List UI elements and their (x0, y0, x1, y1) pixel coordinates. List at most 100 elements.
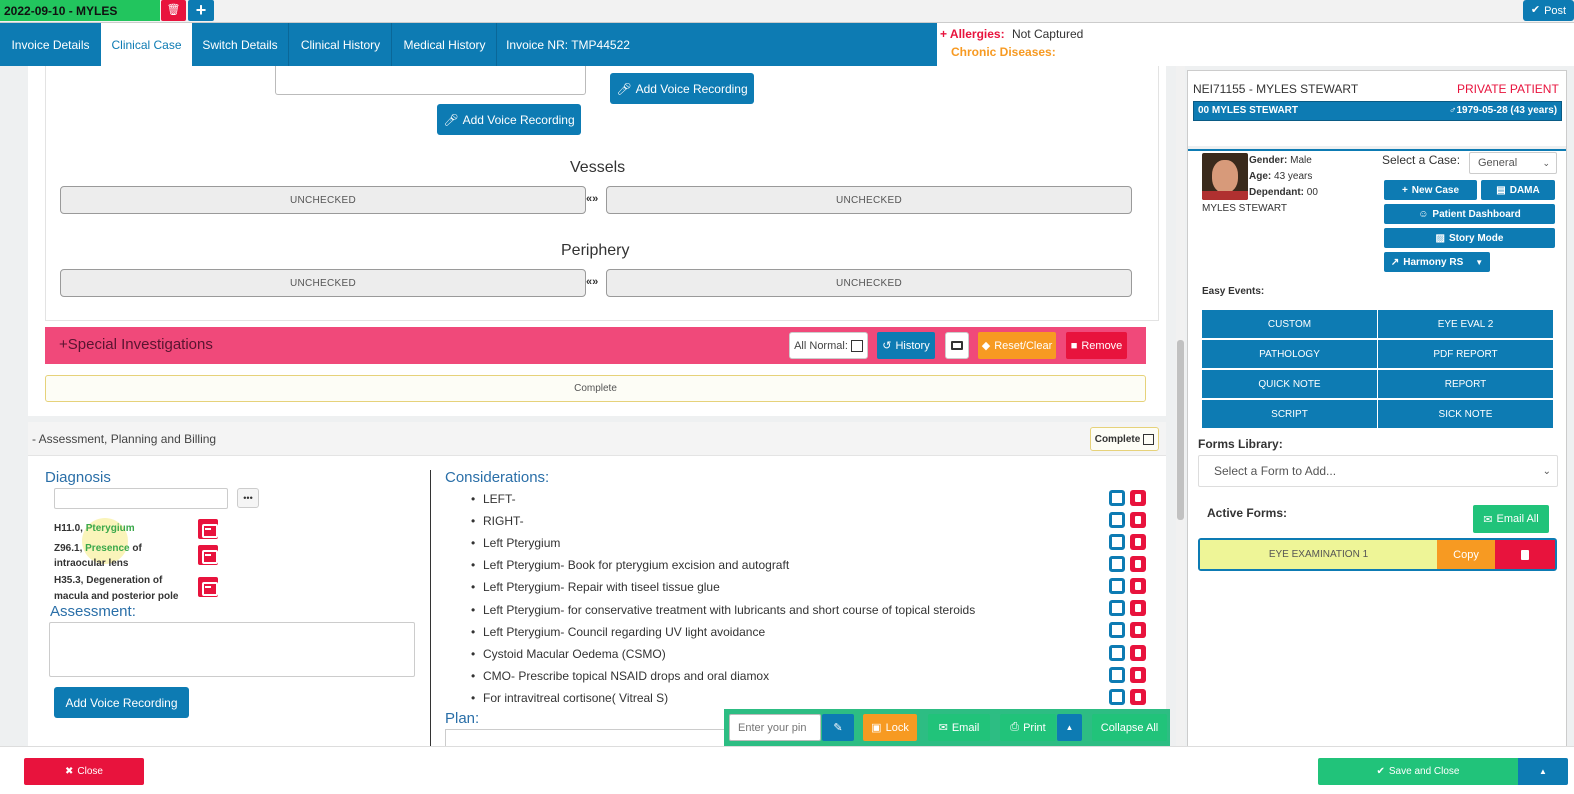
special-investigations-title[interactable]: +Special Investigations (59, 336, 213, 353)
apb-title[interactable]: - Assessment, Planning and Billing (32, 432, 216, 446)
active-form-name[interactable]: EYE EXAMINATION 1 (1200, 540, 1437, 569)
post-button[interactable]: ✔ Post (1523, 0, 1574, 21)
top-bar (0, 0, 1574, 23)
story-icon: ▨ (1435, 232, 1445, 244)
lock-button[interactable]: ▣ Lock (863, 714, 917, 741)
delete-consideration-icon[interactable] (1130, 667, 1146, 683)
assessment-textarea[interactable] (49, 622, 415, 677)
pathology-event-button[interactable]: PATHOLOGY (1202, 340, 1377, 368)
add-voice-recording-button[interactable]: Add Voice Recording (54, 687, 189, 718)
delete-consideration-icon[interactable] (1130, 645, 1146, 661)
edit-consideration-icon[interactable] (1109, 622, 1125, 638)
notes-textarea[interactable] (275, 66, 586, 95)
vessels-link-icon[interactable]: «» (586, 193, 598, 205)
add-voice-recording-button[interactable]: 🎤︎ Add Voice Recording (437, 104, 581, 135)
edit-consideration-icon[interactable] (1109, 600, 1125, 616)
diagnosis-more-button[interactable]: ••• (237, 488, 259, 508)
print-dropdown-button[interactable]: ▲ (1057, 714, 1082, 741)
vessels-right-toggle[interactable]: UNCHECKED (606, 186, 1132, 214)
add-session-button[interactable]: + (188, 0, 214, 21)
remove-button[interactable]: ■ Remove (1066, 332, 1127, 359)
close-button[interactable]: ✖ Close (24, 758, 144, 785)
report-event-button[interactable]: REPORT (1378, 370, 1553, 398)
delete-consideration-icon[interactable] (1130, 689, 1146, 705)
edit-consideration-icon[interactable] (1109, 534, 1125, 550)
tab-invoice-nr[interactable]: Invoice NR: TMP44522 (498, 23, 638, 66)
edit-consideration-icon[interactable] (1109, 512, 1125, 528)
consideration-item: Left Pterygium- Repair with tiseel tissu… (471, 580, 720, 594)
apb-complete-toggle[interactable]: Complete (1090, 427, 1159, 451)
delete-consideration-icon[interactable] (1130, 622, 1146, 638)
delete-consideration-icon[interactable] (1130, 534, 1146, 550)
dob-text: 1979-05-28 (43 years) (1456, 105, 1558, 116)
delete-session-button[interactable]: 🗑 (161, 0, 186, 21)
main-scrollbar-thumb[interactable] (1177, 340, 1184, 520)
remove-diagnosis-button[interactable] (198, 577, 218, 597)
tab-switch-details[interactable]: Switch Details (192, 23, 289, 66)
story-mode-button[interactable]: ▨ Story Mode (1384, 228, 1555, 248)
plus-icon: + (1401, 184, 1408, 196)
tab-clinical-case[interactable]: Clinical Case (101, 23, 192, 66)
diagnosis-search-input[interactable] (54, 488, 228, 509)
story-label: Story Mode (1449, 232, 1504, 244)
add-voice-recording-button[interactable]: 🎤︎ Add Voice Recording (610, 73, 754, 104)
diagnosis-item[interactable]: H35.3, Degeneration of macula and posteri… (54, 573, 194, 605)
delete-consideration-icon[interactable] (1130, 600, 1146, 616)
tab-invoice-details[interactable]: Invoice Details (0, 23, 101, 66)
forms-select[interactable]: Select a Form to Add... ⌄ (1198, 455, 1558, 487)
case-select[interactable]: General ⌄ (1469, 152, 1557, 174)
trash-icon: ■ (1070, 339, 1078, 352)
periphery-link-icon[interactable]: «» (586, 276, 598, 288)
edit-consideration-icon[interactable] (1109, 689, 1125, 705)
collapse-all-button[interactable]: Collapse All (1092, 714, 1167, 741)
edit-consideration-icon[interactable] (1109, 645, 1125, 661)
email-all-button[interactable]: ✉ Email All (1473, 505, 1549, 533)
tab-clinical-history[interactable]: Clinical History (290, 23, 392, 66)
patient-dashboard-button[interactable]: ☺ Patient Dashboard (1384, 204, 1555, 224)
new-case-button[interactable]: + New Case (1384, 180, 1477, 200)
reset-clear-button[interactable]: ◆ Reset/Clear (978, 332, 1056, 359)
pin-input[interactable] (729, 714, 821, 741)
special-complete-bar[interactable]: Complete (45, 375, 1146, 402)
custom-event-button[interactable]: CUSTOM (1202, 310, 1377, 338)
copy-form-button[interactable]: Copy (1437, 540, 1495, 569)
edit-consideration-icon[interactable] (1109, 490, 1125, 506)
eye-eval-2-event-button[interactable]: EYE EVAL 2 (1378, 310, 1553, 338)
edit-consideration-icon[interactable] (1109, 556, 1125, 572)
dama-button[interactable]: ▤ DAMA (1481, 180, 1555, 200)
delete-consideration-icon[interactable] (1130, 556, 1146, 572)
history-button[interactable]: ↺ History (877, 332, 935, 359)
chevron-down-icon: ⌄ (1542, 157, 1550, 168)
remove-diagnosis-button[interactable] (198, 545, 218, 565)
pdf-report-event-button[interactable]: PDF REPORT (1378, 340, 1553, 368)
history-icon: ↺ (882, 340, 892, 352)
harmony-rs-button[interactable]: ↗ Harmony RS ▼ (1384, 252, 1490, 272)
sick-note-event-button[interactable]: SICK NOTE (1378, 400, 1553, 428)
tab-medical-history[interactable]: Medical History (393, 23, 497, 66)
script-event-button[interactable]: SCRIPT (1202, 400, 1377, 428)
delete-form-button[interactable] (1495, 540, 1555, 569)
delete-consideration-icon[interactable] (1130, 512, 1146, 528)
remove-diagnosis-button[interactable] (198, 519, 218, 539)
vessels-title: Vessels (570, 159, 626, 176)
save-and-close-button[interactable]: ✔ Save and Close (1318, 758, 1518, 785)
email-label: Email (951, 721, 980, 734)
periphery-left-toggle[interactable]: UNCHECKED (60, 269, 586, 297)
all-normal-toggle[interactable]: All Normal: (789, 332, 868, 359)
diagnosis-item[interactable]: H11.0, Pterygium (54, 523, 135, 534)
quick-note-event-button[interactable]: QUICK NOTE (1202, 370, 1377, 398)
edit-consideration-icon[interactable] (1109, 578, 1125, 594)
patient-session-tab[interactable]: 2022-09-10 - MYLES (0, 0, 160, 21)
edit-pin-button[interactable]: ✎ (822, 714, 854, 741)
diagnosis-item[interactable]: Z96.1, Presence of intraocular lens (54, 541, 194, 571)
display-toggle-button[interactable] (945, 332, 969, 359)
save-options-dropdown-button[interactable]: ▲ (1518, 758, 1568, 785)
vessels-left-toggle[interactable]: UNCHECKED (60, 186, 586, 214)
edit-consideration-icon[interactable] (1109, 667, 1125, 683)
plan-textarea[interactable] (445, 729, 735, 746)
delete-consideration-icon[interactable] (1130, 578, 1146, 594)
print-button[interactable]: ⎙ Print (1000, 714, 1056, 741)
delete-consideration-icon[interactable] (1130, 490, 1146, 506)
email-button[interactable]: ✉ Email (928, 714, 990, 741)
periphery-right-toggle[interactable]: UNCHECKED (606, 269, 1132, 297)
